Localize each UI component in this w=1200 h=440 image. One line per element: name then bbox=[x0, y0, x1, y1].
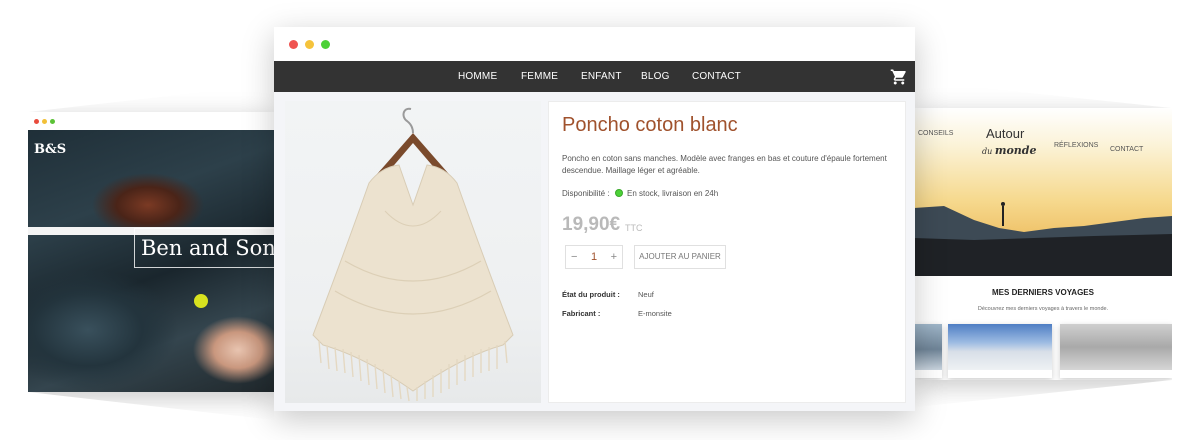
main-minimize-dot[interactable] bbox=[305, 40, 314, 49]
spec-condition-label: État du produit : bbox=[562, 290, 620, 299]
product-description: Poncho en coton sans manches. Modèle ave… bbox=[562, 154, 887, 175]
left-close-dot bbox=[34, 119, 39, 124]
quantity-stepper: − 1 + bbox=[565, 245, 623, 269]
right-logo-autour: Autour bbox=[986, 126, 1025, 141]
quantity-value[interactable]: 1 bbox=[586, 246, 602, 268]
nav-enfant[interactable]: ENFANT bbox=[581, 61, 622, 92]
quantity-increase-button[interactable]: + bbox=[611, 246, 617, 268]
main-shop-window: HOMME FEMME ENFANT BLOG CONTACT Poncho c… bbox=[274, 27, 915, 411]
poncho-illustration bbox=[312, 107, 514, 402]
right-logo-monde: monde bbox=[994, 144, 1037, 157]
right-nav-conseils[interactable]: CONSEILS bbox=[918, 130, 953, 137]
right-section-title: MES DERNIERS VOYAGES bbox=[992, 288, 1094, 297]
availability-text: En stock, livraison en 24h bbox=[627, 189, 719, 198]
right-travel-thumb-3[interactable] bbox=[1060, 324, 1172, 378]
right-section-subtitle: Découvrez mes derniers voyages à travers… bbox=[977, 306, 1109, 312]
left-hero-title: Ben and Sons bbox=[134, 228, 274, 268]
spec-condition-value: Neuf bbox=[638, 290, 654, 299]
left-minimize-dot bbox=[42, 119, 47, 124]
nav-contact[interactable]: CONTACT bbox=[692, 61, 741, 92]
spec-manufacturer-value: E-monsite bbox=[638, 309, 672, 318]
product-info-panel: Poncho coton blanc Poncho en coton sans … bbox=[548, 101, 906, 403]
product-title: Poncho coton blanc bbox=[562, 114, 738, 136]
main-window-titlebar bbox=[274, 27, 915, 61]
right-travel-thumb-1[interactable] bbox=[914, 324, 942, 378]
right-hero-mountain bbox=[914, 202, 1172, 276]
showcase-stage: B&S Ben and Sons CONSEILS Autour du mond… bbox=[0, 0, 1200, 440]
price-suffix: TTC bbox=[625, 223, 643, 233]
right-travel-thumb-2[interactable] bbox=[948, 324, 1052, 378]
right-nav-contact[interactable]: CONTACT bbox=[1110, 146, 1143, 153]
nav-femme[interactable]: FEMME bbox=[521, 61, 558, 92]
left-site-logo: B&S bbox=[34, 142, 67, 157]
right-logo-du-monde: du monde bbox=[982, 144, 1037, 157]
left-maximize-dot bbox=[50, 119, 55, 124]
right-nav-reflexions[interactable]: RÉFLEXIONS bbox=[1054, 142, 1098, 149]
left-hero-pen-detail bbox=[194, 294, 208, 308]
shopping-cart-icon[interactable] bbox=[890, 68, 908, 86]
right-site-preview: CONSEILS Autour du monde RÉFLEXIONS CONT… bbox=[914, 108, 1172, 380]
main-maximize-dot[interactable] bbox=[321, 40, 330, 49]
right-logo-du: du bbox=[982, 147, 993, 156]
main-navbar: HOMME FEMME ENFANT BLOG CONTACT bbox=[274, 61, 915, 92]
availability-label: Disponibilité : bbox=[562, 189, 610, 198]
product-price: 19,90€ bbox=[562, 214, 621, 235]
left-site-preview: B&S Ben and Sons bbox=[28, 112, 274, 392]
nav-homme[interactable]: HOMME bbox=[458, 61, 497, 92]
availability-status-icon bbox=[615, 189, 623, 197]
product-photo bbox=[285, 101, 541, 403]
main-close-dot[interactable] bbox=[289, 40, 298, 49]
spec-manufacturer-label: Fabricant : bbox=[562, 309, 601, 318]
left-window-bar bbox=[28, 112, 274, 130]
add-to-cart-button[interactable]: AJOUTER AU PANIER bbox=[634, 245, 726, 269]
quantity-decrease-button[interactable]: − bbox=[571, 246, 577, 268]
nav-blog[interactable]: BLOG bbox=[641, 61, 670, 92]
